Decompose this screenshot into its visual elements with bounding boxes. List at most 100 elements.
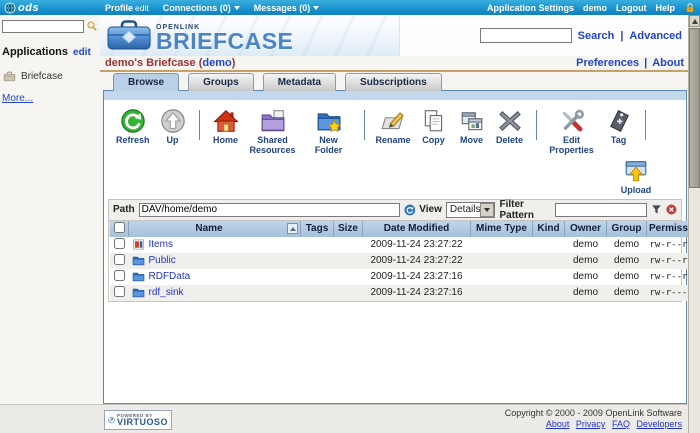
footer-links: About Privacy FAQ Developers xyxy=(505,419,682,429)
footer-about-link[interactable]: About xyxy=(546,419,570,429)
path-bar: Path View Details Filter Pattern xyxy=(109,200,681,221)
toolbar-separator xyxy=(536,110,537,140)
group: demo xyxy=(607,253,647,269)
global-search-input[interactable] xyxy=(480,28,572,43)
go-icon[interactable] xyxy=(404,203,416,217)
resource-link[interactable]: rdf_sink xyxy=(149,287,184,298)
copy-icon xyxy=(421,108,447,134)
row-checkbox[interactable] xyxy=(114,254,125,265)
group: demo xyxy=(607,269,647,285)
rename-button[interactable]: Rename xyxy=(372,108,415,146)
footer-developers-link[interactable]: Developers xyxy=(636,419,682,429)
column-date-modified[interactable]: Date Modified xyxy=(363,221,471,237)
resource-link[interactable]: Items xyxy=(149,239,173,250)
search-icon[interactable] xyxy=(86,19,98,33)
sidebar-search-input[interactable] xyxy=(2,20,84,33)
up-icon xyxy=(160,108,186,134)
user-link[interactable]: demo xyxy=(583,3,607,13)
owner: demo xyxy=(565,285,607,301)
profile-edit-link[interactable]: edit xyxy=(135,3,149,13)
edit-properties-button[interactable]: Edit Properties xyxy=(544,108,600,156)
clear-filter-icon[interactable] xyxy=(666,203,677,216)
advanced-search-link[interactable]: Advanced xyxy=(629,30,682,42)
shared-resources-button[interactable]: Shared Resources xyxy=(245,108,301,156)
scroll-up-button[interactable] xyxy=(689,15,700,27)
applications-edit-link[interactable]: edit xyxy=(73,47,91,58)
brand-briefcase: BRIEFCASE xyxy=(156,31,293,52)
connections-menu[interactable]: Connections (0) xyxy=(163,3,240,13)
briefcase-logo-icon xyxy=(106,18,152,52)
new-folder-button[interactable]: New Folder xyxy=(301,108,357,156)
search-link[interactable]: Search xyxy=(578,30,615,42)
column-name[interactable]: Name xyxy=(131,223,287,234)
filter-pattern-input[interactable] xyxy=(555,203,647,217)
copy-button[interactable]: Copy xyxy=(415,108,453,146)
toolbar: Refresh Up Home Shared Resources New Fol… xyxy=(104,100,686,156)
path-label: Path xyxy=(113,204,135,215)
scrollbar-thumb[interactable] xyxy=(689,28,700,188)
resource-link[interactable]: Public xyxy=(149,255,176,266)
column-owner[interactable]: Owner xyxy=(565,221,607,237)
upload-button[interactable]: Upload xyxy=(610,158,662,195)
breadcrumb: demo's Briefcase (demo) xyxy=(105,57,235,69)
briefcase-app: ods Profileedit Connections (0) Messages… xyxy=(0,0,700,433)
group: demo xyxy=(607,237,647,253)
footer-privacy-link[interactable]: Privacy xyxy=(576,419,606,429)
view-label: View xyxy=(419,204,442,215)
vertical-scrollbar[interactable] xyxy=(688,15,700,433)
profile-link[interactable]: Profileedit xyxy=(105,3,149,13)
column-group[interactable]: Group xyxy=(607,221,647,237)
help-link[interactable]: Help xyxy=(655,3,675,13)
column-tags[interactable]: Tags xyxy=(301,221,334,237)
toolbar-separator xyxy=(199,110,200,140)
about-link[interactable]: About xyxy=(652,57,684,69)
file-table: Name Tags Size Date Modified Mime Type K… xyxy=(109,221,700,301)
footer-faq-link[interactable]: FAQ xyxy=(612,419,630,429)
select-all-checkbox[interactable] xyxy=(114,222,125,233)
select-arrow-icon[interactable] xyxy=(480,203,494,217)
delete-button[interactable]: Delete xyxy=(491,108,529,146)
tab-metadata[interactable]: Metadata xyxy=(263,73,336,91)
shared-resources-icon xyxy=(260,108,286,134)
folder-icon xyxy=(132,270,145,283)
apply-filter-icon[interactable] xyxy=(651,203,662,216)
column-kind[interactable]: Kind xyxy=(533,221,565,237)
refresh-button[interactable]: Refresh xyxy=(112,108,154,146)
up-button[interactable]: Up xyxy=(154,108,192,146)
tab-groups[interactable]: Groups xyxy=(188,73,254,91)
toolbar-separator xyxy=(645,110,646,140)
scroll-up-icon xyxy=(692,19,698,24)
date-modified: 2009-11-24 23:27:16 xyxy=(363,285,471,301)
powered-by-virtuoso-badge[interactable]: POWERED BY VIRTUOSO xyxy=(104,410,172,430)
path-input[interactable] xyxy=(139,203,400,217)
tag-button[interactable]: Tag xyxy=(600,108,638,146)
chevron-down-icon xyxy=(234,6,240,10)
chevron-down-icon xyxy=(313,6,319,10)
tab-subscriptions[interactable]: Subscriptions xyxy=(345,73,442,91)
sidebar: Applicationsedit Briefcase More... xyxy=(0,15,100,404)
resource-link[interactable]: RDFData xyxy=(149,271,191,282)
ods-logo[interactable]: ods xyxy=(4,2,39,14)
sidebar-item-briefcase[interactable]: Briefcase xyxy=(2,70,98,83)
new-folder-icon xyxy=(316,108,342,134)
row-checkbox[interactable] xyxy=(114,238,125,249)
account-link[interactable]: demo xyxy=(202,57,231,69)
tag-icon xyxy=(606,108,632,134)
column-mime-type[interactable]: Mime Type xyxy=(471,221,533,237)
sort-icon[interactable] xyxy=(287,223,298,234)
application-settings-link[interactable]: Application Settings xyxy=(487,3,574,13)
home-button[interactable]: Home xyxy=(207,108,245,146)
more-link[interactable]: More... xyxy=(2,93,33,104)
upload-icon xyxy=(623,158,649,184)
row-checkbox[interactable] xyxy=(114,270,125,281)
logout-link[interactable]: Logout xyxy=(616,3,647,13)
messages-menu[interactable]: Messages (0) xyxy=(254,3,320,13)
column-size[interactable]: Size xyxy=(334,221,363,237)
browse-panel: Refresh Up Home Shared Resources New Fol… xyxy=(103,90,687,404)
move-button[interactable]: Move xyxy=(453,108,491,146)
view-select[interactable]: Details xyxy=(446,202,496,218)
preferences-link[interactable]: Preferences xyxy=(576,57,639,69)
tab-browse[interactable]: Browse xyxy=(113,73,179,91)
row-checkbox[interactable] xyxy=(114,286,125,297)
table-row: rdf_sink 2009-11-24 23:27:16 demo demo r… xyxy=(110,285,700,301)
